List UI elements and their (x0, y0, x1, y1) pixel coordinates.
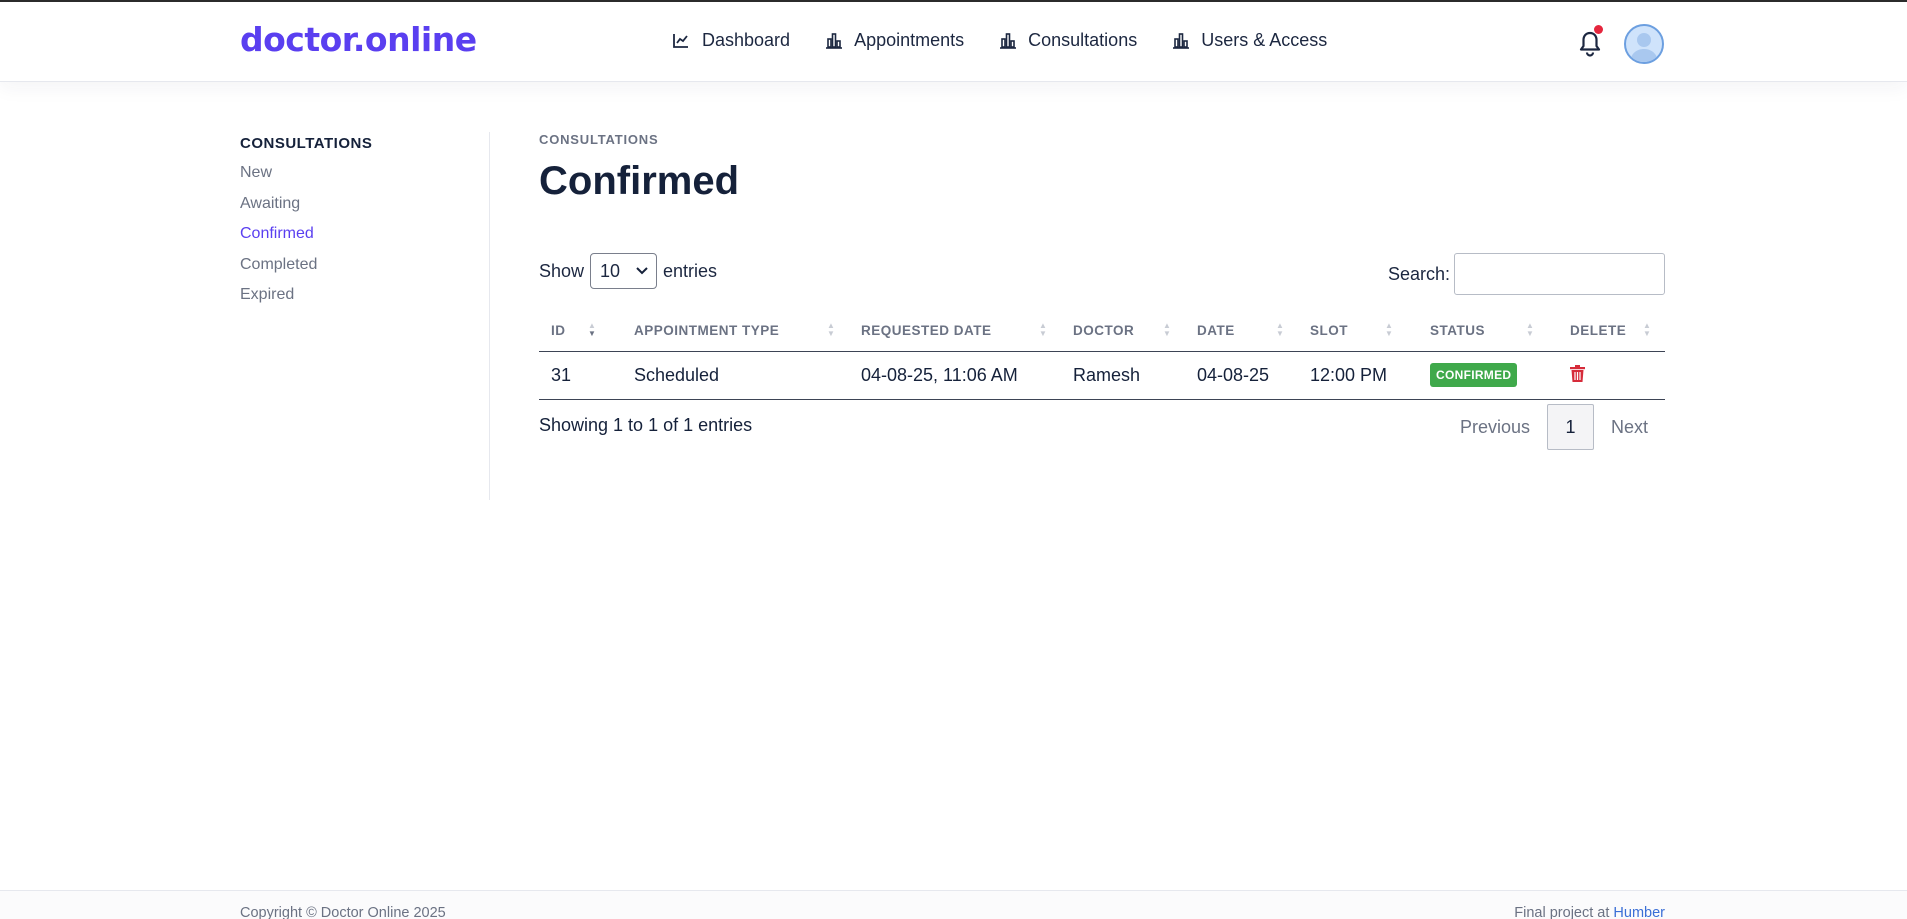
user-icon (1630, 33, 1658, 62)
entries-length: Show 10 entries (539, 253, 717, 289)
sidebar-item-confirmed[interactable]: Confirmed (240, 225, 490, 256)
table-info: Showing 1 to 1 of 1 entries (539, 415, 753, 435)
column-header-label: REQUESTED DATE (861, 323, 992, 339)
cell-requested-date: 04-08-25, 11:06 AM (849, 351, 1061, 400)
cell-appointment-type: Scheduled (622, 351, 849, 400)
cell-status: CONFIRMED (1418, 351, 1558, 400)
column-header-label: SLOT (1310, 323, 1348, 339)
consultations-table: ID ▲ ▼ APPOINTMENT TYPE ▲ ▼ REQUESTED DATE ▲ ▼… (539, 311, 1665, 400)
search-input[interactable] (1454, 253, 1665, 295)
cell-date: 04-08-25 (1185, 351, 1298, 400)
column-header-label: DOCTOR (1073, 323, 1135, 339)
nav-appointments-label: Appointments (854, 30, 965, 50)
column-header-status[interactable]: STATUS ▲ ▼ (1418, 311, 1558, 352)
nav-consultations-label: Consultations (1028, 30, 1138, 50)
column-header-doctor[interactable]: DOCTOR ▲ ▼ (1061, 311, 1185, 352)
trash-icon[interactable] (1570, 364, 1585, 382)
nav-users-access[interactable]: Users & Access (1173, 30, 1327, 51)
cell-delete (1558, 351, 1665, 400)
sort-icon: ▲ ▼ (1526, 321, 1535, 338)
footer-credit-text: Final project at (1514, 905, 1610, 919)
chart-line-icon (673, 33, 688, 48)
top-navbar: doctor.online Dashboard Appointments Con… (0, 0, 1907, 82)
column-header-slot[interactable]: SLOT ▲ ▼ (1298, 311, 1418, 352)
sidebar-item-expired[interactable]: Expired (240, 286, 490, 317)
column-header-label: STATUS (1430, 323, 1485, 339)
footer-credit: Final project at Humber (1514, 905, 1665, 919)
column-header-label: DELETE (1570, 323, 1627, 339)
sidebar-item-new[interactable]: New (240, 164, 490, 195)
bar-chart-icon (1173, 33, 1190, 49)
copyright-text: Copyright © Doctor Online 2025 (240, 905, 446, 919)
bar-chart-icon (826, 33, 843, 49)
cell-doctor: Ramesh (1061, 351, 1185, 400)
nav-users-access-label: Users & Access (1201, 30, 1328, 50)
show-label: Show (539, 260, 585, 281)
column-header-label: APPOINTMENT TYPE (634, 323, 780, 339)
sidebar-title: CONSULTATIONS (240, 135, 373, 152)
main-nav: Dashboard Appointments Consultations Use… (672, 30, 1363, 51)
bell-icon[interactable] (1578, 30, 1602, 58)
page-title: Confirmed (539, 159, 739, 203)
entries-select-value: 10 (600, 260, 621, 281)
search-label: Search: (1387, 263, 1450, 284)
column-header-appointment-type[interactable]: APPOINTMENT TYPE ▲ ▼ (622, 311, 849, 352)
chevron-down-icon (636, 267, 648, 275)
entries-label: entries (663, 260, 718, 281)
sidebar: CONSULTATIONS New Awaiting Confirmed Com… (240, 135, 490, 317)
column-header-label: ID (551, 323, 566, 339)
brand-logo[interactable]: doctor.online (240, 20, 477, 59)
sidebar-item-completed[interactable]: Completed (240, 256, 490, 287)
cell-id: 31 (539, 351, 622, 400)
sort-icon: ▲ ▼ (1385, 321, 1394, 338)
column-header-delete[interactable]: DELETE ▲ ▼ (1558, 311, 1665, 352)
sort-icon: ▲ ▼ (588, 321, 597, 338)
nav-dashboard[interactable]: Dashboard (672, 30, 790, 51)
next-button[interactable]: Next (1594, 417, 1665, 438)
notification-dot (1594, 25, 1603, 34)
table-header-row: ID ▲ ▼ APPOINTMENT TYPE ▲ ▼ REQUESTED DATE ▲ ▼… (539, 311, 1665, 352)
sort-icon: ▲ ▼ (1276, 321, 1285, 338)
sidebar-item-awaiting[interactable]: Awaiting (240, 195, 490, 226)
user-avatar[interactable] (1624, 24, 1664, 64)
entries-select[interactable]: 10 (590, 253, 658, 289)
column-header-date[interactable]: DATE ▲ ▼ (1185, 311, 1298, 352)
nav-appointments[interactable]: Appointments (826, 30, 964, 51)
nav-consultations[interactable]: Consultations (1000, 30, 1137, 51)
column-header-label: DATE (1197, 323, 1235, 339)
footer: Copyright © Doctor Online 2025 Final pro… (0, 890, 1907, 919)
page-1-button[interactable]: 1 (1546, 404, 1594, 450)
cell-slot: 12:00 PM (1298, 351, 1418, 400)
status-badge: CONFIRMED (1430, 363, 1518, 387)
sort-icon: ▲ ▼ (1163, 321, 1172, 338)
main-content: CONSULTATIONS Confirmed Show 10 entries … (539, 132, 1665, 450)
nav-dashboard-label: Dashboard (702, 30, 791, 50)
table-row: 31 Scheduled 04-08-25, 11:06 AM Ramesh 0… (539, 351, 1665, 400)
previous-button[interactable]: Previous (1443, 417, 1547, 438)
table-controls: Show 10 entries Search: (539, 253, 1665, 295)
sort-icon: ▲ ▼ (1643, 321, 1652, 338)
column-header-id[interactable]: ID ▲ ▼ (539, 311, 622, 352)
sort-icon: ▲ ▼ (827, 321, 836, 338)
humber-link[interactable]: Humber (1613, 905, 1665, 919)
breadcrumb: CONSULTATIONS (539, 132, 659, 147)
pagination: Previous 1 Next (1443, 404, 1665, 450)
sidebar-divider (489, 132, 490, 500)
search-box: Search: (1388, 253, 1665, 295)
sort-icon: ▲ ▼ (1039, 321, 1048, 338)
column-header-requested-date[interactable]: REQUESTED DATE ▲ ▼ (849, 311, 1061, 352)
bar-chart-icon (1000, 33, 1017, 49)
